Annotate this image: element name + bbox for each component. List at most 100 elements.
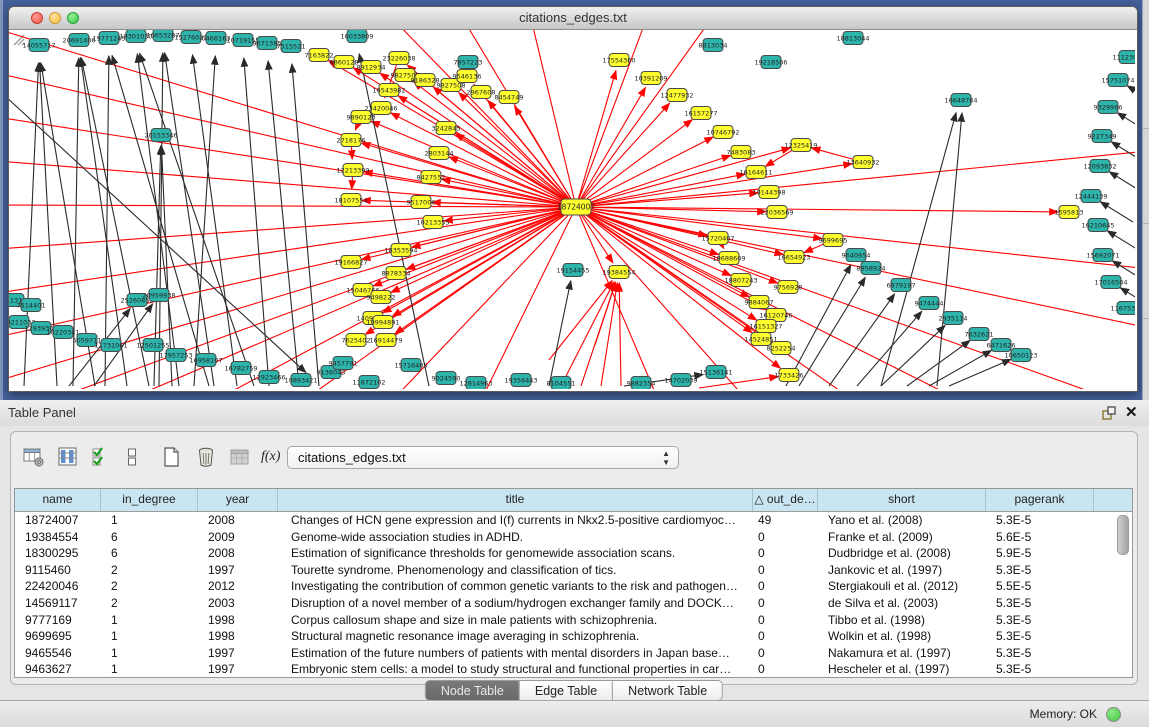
network-node[interactable]: 2935114 [939, 312, 968, 325]
network-node[interactable]: 11872102 [352, 376, 385, 389]
network-node[interactable]: 16353594 [384, 244, 417, 257]
network-edge[interactable] [9, 205, 576, 207]
network-node[interactable]: 9640954 [842, 249, 871, 262]
network-edge[interactable] [576, 71, 616, 207]
network-node[interactable]: 16543982 [372, 84, 405, 97]
network-node[interactable]: 9882354 [627, 377, 656, 390]
network-node[interactable]: 3242845 [432, 122, 461, 135]
table-mode-button[interactable] [23, 446, 45, 468]
column-header-name[interactable]: name [15, 489, 101, 511]
network-node[interactable]: 8186328 [411, 74, 440, 87]
table-row[interactable]: 977716911998Corpus callosum shape and si… [15, 612, 1132, 629]
network-edge[interactable] [561, 282, 614, 386]
network-node[interactable]: 9890123 [347, 111, 376, 124]
network-canvas[interactable]: 7163822886012889129342322603898275051654… [9, 30, 1135, 389]
network-node[interactable]: 18107554 [334, 194, 367, 207]
network-node[interactable]: 8454749 [495, 91, 524, 104]
network-node[interactable]: 10144398 [752, 186, 785, 199]
network-node[interactable]: 1595813 [1055, 206, 1084, 219]
table-header-row[interactable]: namein_degreeyeartitle△ out_de…shortpage… [15, 489, 1132, 512]
delete-column-button[interactable] [195, 446, 217, 468]
network-edge[interactable] [601, 283, 617, 386]
network-node[interactable]: 8912934 [357, 61, 386, 74]
table-row[interactable]: 946362711997Embryonic stem cells: a mode… [15, 661, 1132, 678]
network-node[interactable]: 12444139 [1074, 190, 1107, 203]
network-node[interactable]: 9517006 [407, 196, 436, 209]
network-edge[interactable] [159, 53, 163, 386]
network-node[interactable]: 11731061 [94, 339, 127, 352]
row-height-button[interactable] [125, 446, 139, 468]
network-node[interactable]: 8427552 [417, 171, 446, 184]
tab-node-table[interactable]: Node Table [425, 680, 520, 701]
column-header-pagerank[interactable]: pagerank [986, 489, 1094, 511]
create-column-button[interactable] [161, 446, 183, 468]
table-row[interactable]: 1938455462009Genome-wide association stu… [15, 529, 1132, 546]
network-node[interactable]: 1733426 [775, 369, 804, 382]
network-edge[interactable] [576, 207, 1135, 389]
network-node[interactable]: 9329966 [1094, 101, 1123, 114]
network-edge[interactable] [1111, 142, 1135, 162]
column-header-in-degree[interactable]: in_degree [101, 489, 198, 511]
network-node[interactable]: 19356443 [504, 374, 537, 387]
table-row[interactable]: 1456911722003Disruption of a novel membe… [15, 595, 1132, 612]
network-node[interactable]: 7514401 [17, 299, 46, 312]
network-node[interactable]: 7857223 [454, 56, 483, 69]
network-node[interactable]: 19218506 [754, 56, 787, 69]
tab-network-table[interactable]: Network Table [613, 680, 723, 701]
zoom-window-button[interactable] [67, 12, 79, 24]
table-row[interactable]: 969969511998Structural magnetic resonanc… [15, 628, 1132, 645]
close-window-button[interactable] [31, 12, 43, 24]
network-node[interactable]: 22036569 [760, 206, 793, 219]
network-node[interactable]: 19166827 [334, 256, 367, 269]
column-header-short[interactable]: short [818, 489, 986, 511]
network-edge[interactable] [192, 55, 237, 386]
close-panel-icon[interactable]: ✕ [1125, 405, 1139, 421]
network-node[interactable]: 20153346 [144, 129, 177, 142]
network-edge[interactable] [576, 207, 669, 389]
table-row[interactable]: 946554611997Estimation of the future num… [15, 645, 1132, 662]
network-node[interactable]: 9756928 [774, 281, 803, 294]
hub-node[interactable]: 18724007 [557, 199, 595, 215]
network-graph[interactable]: 7163822886012889129342322603898275051654… [9, 30, 1135, 389]
network-edge[interactable] [1127, 86, 1135, 106]
float-panel-icon[interactable] [1101, 405, 1117, 421]
network-edge[interactable] [244, 58, 269, 386]
network-node[interactable]: 15136141 [699, 366, 732, 379]
network-node[interactable]: 10746792 [706, 126, 739, 139]
network-edge[interactable] [937, 113, 962, 386]
network-edge[interactable] [907, 340, 970, 386]
network-node[interactable]: 11675309 [1110, 302, 1135, 315]
network-node[interactable]: 2718176 [337, 134, 366, 147]
network-edge[interactable] [576, 207, 1058, 212]
network-node[interactable]: 7515521 [277, 40, 306, 53]
network-node[interactable]: 15692071 [1086, 249, 1119, 262]
network-node[interactable]: 7632621 [965, 328, 994, 341]
network-node[interactable]: 12093832 [1083, 160, 1116, 173]
network-node[interactable]: 7483083 [727, 146, 756, 159]
network-node[interactable]: 17957253 [159, 349, 192, 362]
network-node[interactable]: 8860128 [330, 56, 359, 69]
network-node[interactable]: 7625402 [342, 334, 371, 347]
network-node[interactable]: 16958107 [189, 354, 222, 367]
function-builder-button[interactable]: f(x) [261, 446, 287, 468]
network-edge[interactable] [529, 30, 576, 207]
network-node[interactable]: 20691406 [62, 34, 95, 47]
table-row[interactable]: 1872400712008Changes of HCN gene express… [15, 512, 1132, 529]
network-node[interactable]: 16033809 [340, 30, 373, 43]
network-node[interactable]: 10391209 [634, 72, 667, 85]
column-header-title[interactable]: title [278, 489, 753, 511]
network-edge[interactable] [9, 207, 576, 295]
network-node[interactable]: 16151327 [749, 320, 782, 333]
network-node[interactable]: 16648784 [944, 94, 977, 107]
network-node[interactable]: 8958924 [857, 262, 886, 275]
network-node[interactable]: 14055717 [22, 39, 55, 52]
network-node[interactable]: 10688609 [712, 252, 745, 265]
network-edge[interactable] [576, 207, 783, 255]
network-edge[interactable] [9, 160, 576, 207]
network-edge[interactable] [799, 277, 865, 386]
tab-edge-table[interactable]: Edge Table [520, 680, 613, 701]
network-node[interactable]: 13640932 [846, 156, 879, 169]
network-node[interactable]: 16157277 [684, 107, 717, 120]
table-selector-dropdown[interactable]: citations_edges.txt ▲▼ [287, 446, 679, 469]
network-node[interactable]: 9498222 [367, 291, 396, 304]
